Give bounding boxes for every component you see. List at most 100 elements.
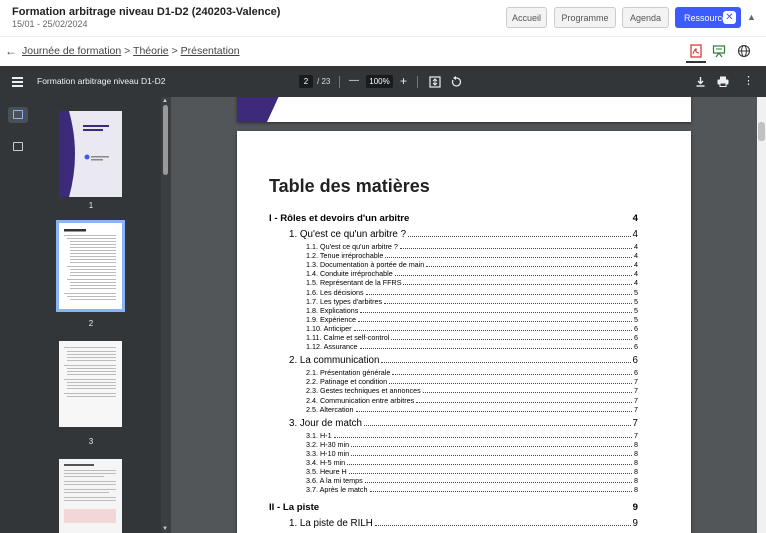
toc-item-page: 6 — [634, 333, 638, 342]
fit-page-icon[interactable] — [429, 76, 441, 88]
toc-section-page: 4 — [632, 213, 638, 224]
toc-section[interactable]: II - La piste 9 — [269, 502, 638, 513]
leader-dots — [353, 329, 632, 331]
toc-item[interactable]: 1.4. Conduite irréprochable 4 — [306, 269, 638, 278]
breadcrumb-item-presentation[interactable]: Présentation — [181, 45, 240, 57]
breadcrumb-item-theorie[interactable]: Théorie — [133, 45, 169, 57]
more-options-icon[interactable]: ⋮ — [743, 74, 754, 88]
rotate-icon[interactable] — [450, 76, 462, 88]
toc-item[interactable]: 3.7. Après le match 8 — [306, 485, 638, 494]
toc-chapter-page: 9 — [632, 518, 638, 530]
thumbnail-panel: 1 2 3 — [37, 97, 164, 533]
toc-item[interactable]: 3.4. H-5 min 8 — [306, 458, 638, 467]
toc-chapter-title: 1. La piste de RILH — [289, 518, 373, 530]
nav-programme-button[interactable]: Programme — [554, 7, 616, 28]
zoom-in-button[interactable]: + — [400, 74, 407, 88]
back-arrow-icon[interactable]: ← — [5, 44, 17, 58]
page-thumbnail-active[interactable] — [56, 220, 125, 312]
download-icon[interactable] — [695, 76, 706, 87]
toolbar-divider — [417, 76, 418, 88]
page-thumbnail[interactable] — [59, 341, 122, 427]
breadcrumb-item-journee[interactable]: Journée de formation — [22, 45, 121, 57]
toc-item[interactable]: 1.8. Explications 5 — [306, 306, 638, 315]
thumbnail-scrollbar[interactable]: ▲ ▼ — [161, 97, 171, 533]
pdf-page-2: Table des matières I - Rôles et devoirs … — [237, 131, 691, 533]
leader-dots — [403, 284, 632, 286]
toc-item[interactable]: 3.3. H-10 min 8 — [306, 449, 638, 458]
pdf-icon[interactable] — [689, 44, 703, 58]
toc-item[interactable]: 2.4. Communication entre arbitres 7 — [306, 396, 638, 405]
toc-item-page: 5 — [634, 305, 638, 315]
toc-item[interactable]: 3.2. H-30 min 8 — [306, 440, 638, 449]
toc-chapter[interactable]: 3. Jour de match 7 — [289, 418, 638, 429]
caret-up-icon[interactable]: ▲ — [747, 12, 756, 22]
toc-item[interactable]: 2.3. Gestes techniques et annonces 7 — [306, 386, 638, 395]
toc-item[interactable]: 1.9. Expérience 5 — [306, 315, 638, 324]
page-number-input[interactable]: 2 — [299, 75, 313, 88]
globe-icon[interactable] — [737, 44, 751, 58]
toc-item[interactable]: 2.5. Altercation 7 — [306, 405, 638, 414]
toc-item[interactable]: 1.1. Qu'est ce qu'un arbitre ? 4 — [306, 242, 638, 251]
leader-dots — [365, 293, 632, 295]
course-dates: 15/01 - 25/02/2024 — [12, 19, 88, 29]
toc-item[interactable]: 3.6. A la mi temps 8 — [306, 476, 638, 485]
active-tab-underline — [686, 61, 706, 63]
toc-item[interactable]: 1.6. Les décisions 5 — [306, 288, 638, 297]
toc-chapter[interactable]: 2. La communication 6 — [289, 355, 638, 366]
leader-dots — [357, 320, 632, 322]
close-icon[interactable]: ✕ — [723, 11, 736, 24]
nav-ressource-button[interactable]: Ressource ✕ — [675, 7, 741, 28]
toc-item[interactable]: 1.2. Tenue irréprochable 4 — [306, 251, 638, 260]
zoom-input[interactable]: 100% — [366, 75, 393, 88]
presentation-icon[interactable] — [712, 44, 726, 58]
toc-item[interactable]: 1.7. Les types d'arbitres 5 — [306, 297, 638, 306]
leader-dots — [416, 401, 632, 403]
image-icon — [13, 110, 23, 119]
page-thumbnail[interactable] — [59, 111, 122, 197]
toc-item-page: 4 — [634, 242, 638, 251]
toc-item-title: 1.7. Les types d'arbitres — [306, 296, 383, 306]
toc-item[interactable]: 1.3. Documentation à portée de main 4 — [306, 260, 638, 269]
toc-chapter[interactable]: 1. La piste de RILH 9 — [289, 518, 638, 529]
cover-accent-shape — [237, 97, 279, 122]
toc-item[interactable]: 1.5. Représentant de la FFRS 4 — [306, 278, 638, 287]
thumbnail-view-tab[interactable] — [8, 107, 28, 123]
breadcrumb: ← Journée de formation > Théorie > Prése… — [0, 36, 766, 66]
leader-dots — [333, 436, 632, 438]
print-icon[interactable] — [717, 76, 729, 87]
nav-agenda-button[interactable]: Agenda — [622, 7, 669, 28]
toc-item-page: 6 — [634, 342, 638, 352]
toc-item-title: 1.12. Assurance — [306, 342, 358, 352]
page-thumbnail[interactable] — [59, 459, 122, 533]
toc-chapter-title: 1. Qu'est ce qu'un arbitre ? — [289, 229, 407, 240]
toc-item-page: 8 — [634, 448, 638, 458]
outline-view-tab[interactable] — [8, 139, 28, 155]
scrollbar-thumb[interactable] — [758, 122, 765, 141]
toc-item[interactable]: 3.5. Heure H 8 — [306, 467, 638, 476]
toc-item[interactable]: 3.1. H-1 7 — [306, 431, 638, 440]
document-pane: Table des matières I - Rôles et devoirs … — [171, 97, 757, 533]
toc-item-title: 1.5. Représentant de la FFRS — [306, 278, 402, 288]
leader-dots — [348, 473, 632, 475]
zoom-out-button[interactable]: — — [349, 74, 359, 88]
toc-item[interactable]: 1.10. Anticiper 6 — [306, 324, 638, 333]
toc-item-page: 7 — [634, 395, 638, 405]
leader-dots — [374, 525, 631, 527]
toc-section[interactable]: I - Rôles et devoirs d'un arbitre 4 — [269, 213, 638, 224]
leader-dots — [426, 266, 632, 268]
toc-item[interactable]: 1.11. Calme et self-control 6 — [306, 333, 638, 342]
toc-item-title: 3.2. H-30 min — [306, 439, 350, 449]
scrollbar-thumb[interactable] — [163, 105, 168, 175]
toc-item[interactable]: 2.2. Patinage et condition 7 — [306, 377, 638, 386]
pdf-viewer: Formation arbitrage niveau D1-D2 2 / 23 … — [0, 66, 766, 533]
toc-item[interactable]: 1.12. Assurance 6 — [306, 342, 638, 351]
document-scrollbar[interactable] — [757, 97, 766, 533]
menu-icon[interactable] — [12, 77, 23, 89]
toolbar-divider — [339, 76, 340, 88]
toc-item-page: 6 — [634, 368, 638, 378]
toc-chapter[interactable]: 1. Qu'est ce qu'un arbitre ? 4 — [289, 229, 638, 240]
nav-accueil-button[interactable]: Accueil — [506, 7, 547, 28]
toc-item-page: 7 — [634, 430, 638, 440]
thumbnail-label: 2 — [88, 319, 94, 328]
toc-item[interactable]: 2.1. Présentation générale 6 — [306, 368, 638, 377]
